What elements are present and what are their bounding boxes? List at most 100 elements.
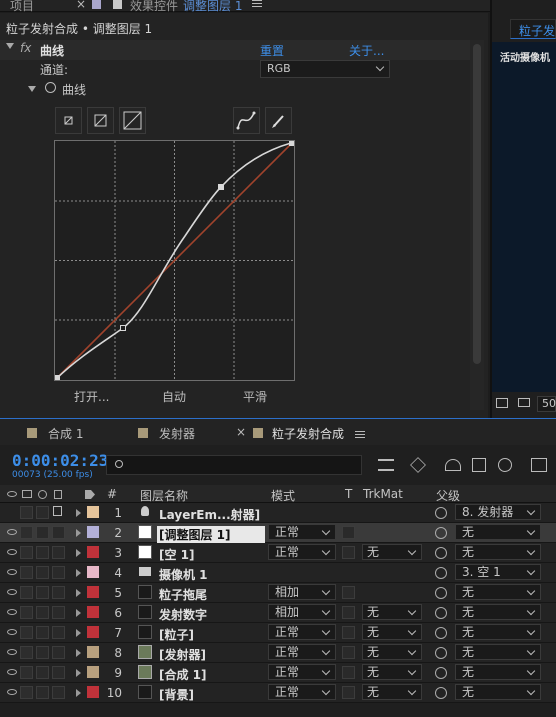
trkmat-dropdown[interactable]: 无 [362,664,422,680]
expand-triangle-icon[interactable] [76,629,81,637]
eye-icon[interactable] [7,649,17,655]
preserve-transparency-toggle[interactable] [342,666,355,679]
lock-toggle[interactable] [52,686,65,699]
audio-toggle[interactable] [20,606,33,619]
eye-icon[interactable] [7,569,17,575]
audio-toggle[interactable] [20,506,33,519]
panel-menu-icon[interactable] [355,429,365,438]
layer-name[interactable]: [调整图层 1] [157,526,265,543]
audio-toggle[interactable] [20,646,33,659]
pencil-tool-button[interactable] [265,107,292,134]
layer-row[interactable]: 2 [调整图层 1] 正常 无 [0,523,556,543]
tab-project[interactable]: 项目 [10,0,34,14]
parent-dropdown[interactable]: 无 [455,604,541,620]
channel-dropdown[interactable]: RGB [260,60,390,78]
solo-toggle[interactable] [36,606,49,619]
panel-menu-icon[interactable] [252,0,262,7]
layer-name[interactable]: 粒子拖尾 [159,586,207,603]
audio-toggle[interactable] [20,526,33,539]
label-color-swatch[interactable] [87,506,99,518]
frame-blending-icon[interactable] [472,458,486,472]
parent-pickwhip-icon[interactable] [435,587,447,599]
expand-triangle-icon[interactable] [76,569,81,577]
auto-button[interactable]: 自动 [162,388,186,405]
layer-row[interactable]: 4 摄像机 1 3. 空 1 [0,563,556,583]
label-color-swatch[interactable] [87,586,99,598]
current-time-display[interactable]: 0:00:02:23 [12,451,108,470]
parent-pickwhip-icon[interactable] [435,547,447,559]
solo-toggle[interactable] [36,566,49,579]
layer-name[interactable]: 发射数字 [159,606,207,623]
snapshot-icon[interactable] [496,398,508,408]
comp-mini-flowchart-icon[interactable] [378,459,394,471]
lock-toggle[interactable] [52,646,65,659]
lock-toggle[interactable] [52,546,65,559]
solo-toggle[interactable] [36,666,49,679]
parent-pickwhip-icon[interactable] [435,647,447,659]
blend-mode-dropdown[interactable]: 相加 [268,584,336,600]
parent-pickwhip-icon[interactable] [435,567,447,579]
shy-layers-icon[interactable] [445,459,461,471]
smooth-button[interactable]: 平滑 [243,388,267,405]
audio-toggle[interactable] [20,546,33,559]
blend-mode-dropdown[interactable]: 正常 [268,684,336,700]
close-icon[interactable]: × [76,0,86,11]
solo-toggle[interactable] [36,646,49,659]
bezier-curve-tool-button[interactable] [233,107,260,134]
trkmat-dropdown[interactable]: 无 [362,684,422,700]
comp-viewer[interactable] [492,42,556,392]
audio-toggle[interactable] [20,586,33,599]
graph-editor-icon[interactable] [531,458,547,472]
parent-dropdown[interactable]: 无 [455,684,541,700]
layer-row[interactable]: 5 粒子拖尾 相加 无 [0,583,556,603]
parent-dropdown[interactable]: 无 [455,524,541,540]
comp-tab[interactable]: 粒子发 [510,19,556,39]
lock-toggle[interactable] [52,666,65,679]
layer-name[interactable]: [发射器] [159,646,206,663]
fx-icon[interactable]: fx [20,41,31,55]
reset-link[interactable]: 重置 [260,42,284,59]
blend-mode-dropdown[interactable]: 正常 [268,664,336,680]
lock-toggle[interactable] [52,526,65,539]
layer-row[interactable]: 9 [合成 1] 正常 无 无 [0,663,556,683]
eye-icon[interactable] [7,529,17,535]
preserve-transparency-toggle[interactable] [342,646,355,659]
curve-size-small-button[interactable] [55,107,82,134]
label-color-swatch[interactable] [87,646,99,658]
label-color-swatch[interactable] [87,606,99,618]
expand-triangle-icon[interactable] [76,509,81,517]
parent-pickwhip-icon[interactable] [435,607,447,619]
layer-row[interactable]: 8 [发射器] 正常 无 无 [0,643,556,663]
layer-name[interactable]: LayerEm...射器] [159,506,260,523]
solo-toggle[interactable] [36,626,49,639]
solo-toggle[interactable] [36,506,49,519]
layer-row[interactable]: 6 发射数字 相加 无 无 [0,603,556,623]
parent-dropdown[interactable]: 无 [455,624,541,640]
trkmat-dropdown[interactable]: 无 [362,604,422,620]
layer-row[interactable]: 7 [粒子] 正常 无 无 [0,623,556,643]
layer-search-input[interactable] [106,455,362,475]
eye-icon[interactable] [7,589,17,595]
layer-row[interactable]: 10 [背景] 正常 无 无 [0,683,556,703]
tab-emitter[interactable]: 发射器 [159,425,195,442]
column-layer-name[interactable]: 图层名称 [140,487,188,504]
motion-blur-icon[interactable] [498,458,512,472]
lock-toggle[interactable] [52,586,65,599]
curves-graph[interactable] [54,140,295,381]
tab-particle-emitter-comp[interactable]: 粒子发射合成 [272,425,344,442]
solo-toggle[interactable] [36,546,49,559]
lock-icon[interactable] [53,506,62,516]
parent-pickwhip-icon[interactable] [435,527,447,539]
blend-mode-dropdown[interactable]: 正常 [268,644,336,660]
preserve-transparency-toggle[interactable] [342,526,355,539]
expand-triangle-icon[interactable] [76,589,81,597]
stopwatch-icon[interactable] [45,82,56,93]
blend-mode-dropdown[interactable]: 相加 [268,604,336,620]
layer-name[interactable]: [背景] [159,686,194,703]
parent-dropdown[interactable]: 无 [455,584,541,600]
layer-name[interactable]: [合成 1] [159,666,207,683]
audio-toggle[interactable] [20,666,33,679]
layer-row[interactable]: 3 [空 1] 正常 无 无 [0,543,556,563]
blend-mode-dropdown[interactable]: 正常 [268,544,336,560]
about-link[interactable]: 关于... [349,42,384,59]
